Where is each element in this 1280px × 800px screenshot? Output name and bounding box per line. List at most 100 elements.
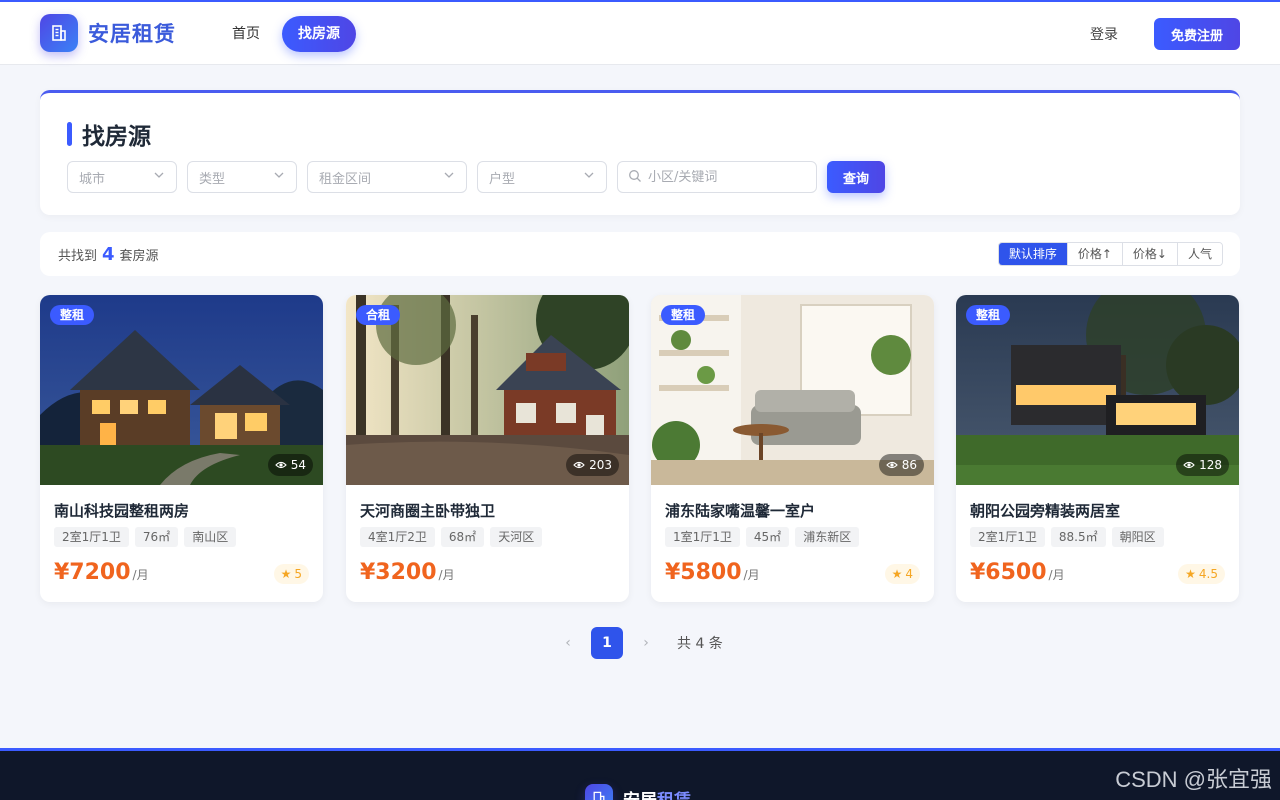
result-count-suffix: 套房源	[119, 249, 159, 264]
keyword-search[interactable]	[617, 161, 817, 193]
star-icon: ★	[891, 567, 903, 581]
tag-district: 浦东新区	[795, 527, 860, 547]
listing-tags: 4室1厅2卫 68㎡ 天河区	[360, 527, 548, 547]
rating-value: 4	[905, 567, 913, 581]
listing-title[interactable]: 浦东陆家嘴温馨一室户	[665, 500, 815, 521]
brand-logo[interactable]: 安居租赁	[40, 14, 176, 52]
search-panel: 找房源 城市 类型 租金区间 户型 小区/关键词 查询	[40, 90, 1240, 215]
price-amount: ¥7200	[54, 560, 131, 585]
tag-district: 南山区	[184, 527, 237, 547]
tag-area: 76㎡	[134, 527, 179, 547]
filter-row: 城市 类型 租金区间 户型 小区/关键词 查询	[67, 161, 885, 193]
star-icon: ★	[280, 567, 292, 581]
layout-select-placeholder: 户型	[489, 171, 516, 187]
listing-tags: 1室1厅1卫 45㎡ 浦东新区	[665, 527, 865, 547]
result-count-prefix: 共找到	[58, 249, 98, 264]
listing-price: ¥3200 /月	[360, 560, 455, 585]
next-page-button[interactable]: ›	[631, 627, 661, 659]
listing-title[interactable]: 朝阳公园旁精装两居室	[970, 500, 1120, 521]
listing-card[interactable]: 整租 128 朝阳公园旁精装两居室 2室1厅1卫 88.5㎡ 朝阳区 ¥6500…	[956, 295, 1239, 602]
tag-layout: 2室1厅1卫	[970, 527, 1045, 547]
rating-badge: ★ 5	[273, 564, 309, 584]
view-count: 128	[1176, 454, 1229, 476]
listing-card[interactable]: 整租 54 南山科技园整租两房 2室1厅1卫 76㎡ 南山区 ¥7200 /月 …	[40, 295, 323, 602]
chevron-down-icon	[153, 169, 165, 185]
listing-photo[interactable]: 整租 86	[651, 295, 934, 485]
view-count-value: 86	[901, 458, 917, 472]
listing-card[interactable]: 合租 203 天河商圈主卧带独卫 4室1厅2卫 68㎡ 天河区 ¥3200 /月	[346, 295, 629, 602]
brand-name: 安居租赁	[88, 22, 176, 46]
price-unit: /月	[438, 568, 455, 582]
listing-title[interactable]: 南山科技园整租两房	[54, 500, 189, 521]
type-select[interactable]: 类型	[187, 161, 297, 193]
listing-title[interactable]: 天河商圈主卧带独卫	[360, 500, 495, 521]
result-count-number: 4	[102, 244, 115, 265]
building-icon	[585, 784, 613, 800]
price-amount: ¥5800	[665, 560, 742, 585]
listing-tags: 2室1厅1卫 88.5㎡ 朝阳区	[970, 527, 1170, 547]
pagination: ‹ 1 › 共 4 条	[553, 627, 723, 659]
pagination-total: 共 4 条	[677, 636, 723, 652]
eye-icon	[885, 460, 898, 470]
watermark-text: CSDN @张宜强	[1115, 767, 1272, 792]
nav-find-listings[interactable]: 找房源	[282, 16, 356, 52]
rent-range-select-placeholder: 租金区间	[319, 171, 372, 187]
listing-card[interactable]: 整租 86 浦东陆家嘴温馨一室户 1室1厅1卫 45㎡ 浦东新区 ¥5800 /…	[651, 295, 934, 602]
tag-area: 88.5㎡	[1050, 527, 1106, 547]
search-icon	[628, 168, 642, 187]
listing-photo[interactable]: 合租 203	[346, 295, 629, 485]
price-amount: ¥3200	[360, 560, 437, 585]
rent-type-badge: 整租	[661, 305, 706, 325]
main-nav: 首页 找房源	[216, 16, 362, 52]
tag-layout: 1室1厅1卫	[665, 527, 740, 547]
title-accent-bar	[67, 122, 72, 146]
layout-select[interactable]: 户型	[477, 161, 607, 193]
nav-home[interactable]: 首页	[216, 16, 276, 52]
type-select-placeholder: 类型	[199, 171, 226, 187]
footer-brand: 安居租赁	[585, 784, 691, 800]
footer: 安居租赁	[0, 748, 1280, 800]
chevron-down-icon	[273, 169, 285, 185]
view-count: 54	[267, 454, 313, 476]
page-title: 找房源	[67, 117, 151, 151]
sort-price-asc[interactable]: 价格↑	[1067, 243, 1123, 265]
result-bar: 共找到 4 套房源 默认排序 价格↑ 价格↓ 人气	[40, 232, 1240, 276]
rating-badge: ★ 4.5	[1178, 564, 1225, 584]
top-navbar: 安居租赁 首页 找房源 登录 免费注册	[0, 0, 1280, 64]
rent-type-badge: 整租	[50, 305, 95, 325]
footer-brand-name: 安居租赁	[623, 786, 691, 800]
price-amount: ¥6500	[970, 560, 1047, 585]
tag-layout: 2室1厅1卫	[54, 527, 129, 547]
sort-popularity[interactable]: 人气	[1177, 243, 1222, 265]
keyword-input[interactable]	[648, 169, 798, 185]
register-button[interactable]: 免费注册	[1154, 18, 1240, 50]
tag-area: 68㎡	[440, 527, 485, 547]
price-unit: /月	[1048, 568, 1065, 582]
tag-layout: 4室1厅2卫	[360, 527, 435, 547]
listing-price: ¥7200 /月	[54, 560, 149, 585]
listing-photo[interactable]: 整租 54	[40, 295, 323, 485]
rent-range-select[interactable]: 租金区间	[307, 161, 467, 193]
eye-icon	[1183, 460, 1195, 470]
rent-type-badge: 合租	[356, 305, 401, 325]
login-link[interactable]: 登录	[1090, 24, 1118, 44]
eye-icon	[274, 460, 287, 470]
footer-brand-part-a: 安居	[623, 791, 657, 800]
page-number-current[interactable]: 1	[591, 627, 623, 659]
eye-icon	[573, 460, 585, 470]
listing-price: ¥5800 /月	[665, 560, 760, 585]
sort-price-desc[interactable]: 价格↓	[1122, 243, 1178, 265]
rent-type-badge: 整租	[966, 305, 1011, 325]
tag-district: 朝阳区	[1111, 527, 1164, 547]
rating-badge: ★ 4	[884, 564, 920, 584]
city-select[interactable]: 城市	[67, 161, 177, 193]
listing-photo[interactable]: 整租 128	[956, 295, 1239, 485]
query-button[interactable]: 查询	[827, 161, 885, 193]
star-icon: ★	[1185, 567, 1196, 581]
prev-page-button[interactable]: ‹	[553, 627, 583, 659]
sort-default[interactable]: 默认排序	[998, 243, 1068, 265]
tag-area: 45㎡	[745, 527, 790, 547]
rating-value: 4.5	[1198, 567, 1218, 581]
view-count: 86	[878, 454, 924, 476]
chevron-down-icon	[583, 169, 595, 185]
